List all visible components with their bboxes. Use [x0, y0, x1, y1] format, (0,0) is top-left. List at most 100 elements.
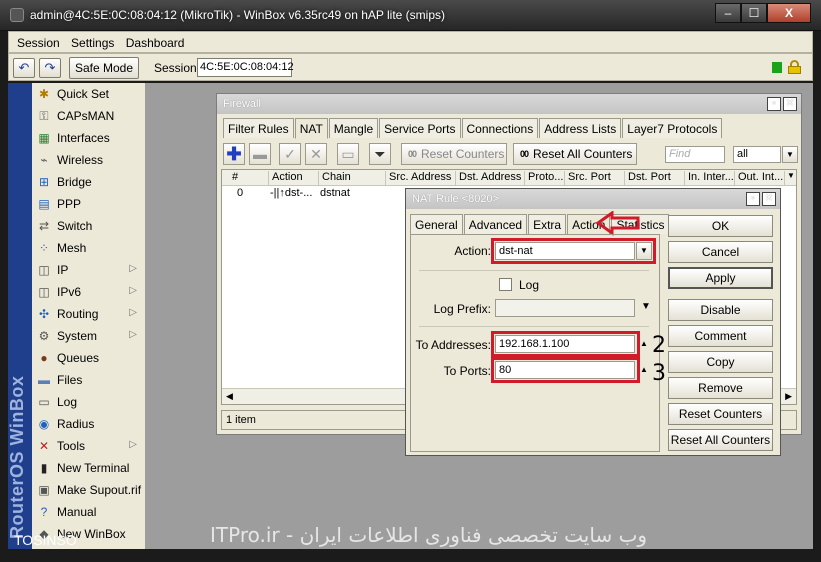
scroll-right-icon[interactable]: ▶ [785, 391, 792, 402]
log-prefix-select[interactable] [495, 299, 635, 317]
col-number[interactable]: # [222, 171, 268, 186]
submenu-arrow-icon: ▷ [129, 439, 137, 450]
to-ports-label: To Ports: [443, 364, 491, 378]
columns-menu-icon[interactable]: ▼ [784, 171, 796, 186]
comment-icon[interactable]: ▭ [337, 143, 359, 165]
col-out-interface[interactable]: Out. Int... [734, 171, 784, 186]
minimize-button[interactable]: – [715, 3, 741, 23]
safe-mode-button[interactable]: Safe Mode [69, 57, 139, 79]
tab-address-lists[interactable]: Address Lists [539, 118, 622, 138]
action-label: Action: [454, 244, 491, 258]
tab-general[interactable]: General [410, 214, 463, 234]
restore-icon[interactable]: ▫ [746, 192, 760, 206]
submenu-arrow-icon: ▷ [129, 307, 137, 318]
log-icon: ▭ [38, 395, 50, 409]
enable-icon[interactable]: ✓ [279, 143, 301, 165]
add-icon[interactable]: ✚ [223, 143, 245, 165]
log-checkbox[interactable] [499, 278, 512, 291]
expand-up-icon[interactable]: ▲ [640, 339, 648, 348]
reset-counters-button[interactable]: Reset Counters [668, 403, 773, 425]
sidebar: RouterOS WinBox ✱ Quick Set ⚿ CAPsMAN ▦ Inter… [8, 83, 145, 549]
tab-service-ports[interactable]: Service Ports [379, 118, 461, 138]
brand-text: RouterOS WinBox [8, 375, 27, 539]
reset-all-counters-button[interactable]: Reset All Counters [668, 429, 773, 451]
find-input[interactable]: Find [665, 146, 725, 163]
sidebar-item-system[interactable]: ⚙ System ▷ [32, 325, 145, 347]
reset-counters-button[interactable]: 00 Reset Counters [401, 143, 507, 165]
cancel-button[interactable]: Cancel [668, 241, 773, 263]
expand-up-icon[interactable]: ▲ [640, 365, 648, 374]
sidebar-item-wireless[interactable]: ⌁ Wireless [32, 149, 145, 171]
col-in-interface[interactable]: In. Inter... [684, 171, 734, 186]
capsman-icon: ⚿ [39, 108, 49, 123]
col-dst-port[interactable]: Dst. Port [624, 171, 684, 186]
apply-button[interactable]: Apply [668, 267, 773, 289]
sidebar-item-mesh[interactable]: ⁘ Mesh [32, 237, 145, 259]
filter-select[interactable]: all [733, 146, 781, 163]
menu-settings[interactable]: Settings [71, 36, 114, 50]
nat-rule-title-bar: NAT Rule <8020> ▫ ✕ [406, 189, 780, 209]
sidebar-item-new-terminal[interactable]: ▮ New Terminal [32, 457, 145, 479]
close-icon[interactable]: ✕ [783, 97, 797, 111]
col-src-port[interactable]: Src. Port [564, 171, 624, 186]
col-protocol[interactable]: Proto... [524, 171, 564, 186]
disable-button[interactable]: Disable [668, 299, 773, 321]
filter-dropdown-icon[interactable]: ▼ [782, 146, 798, 163]
sidebar-item-quick-set[interactable]: ✱ Quick Set [32, 83, 145, 105]
row-number: 0 [237, 187, 244, 199]
remove-icon[interactable]: ▬ [249, 143, 271, 165]
redo-icon[interactable]: ↷ [39, 58, 61, 78]
sidebar-item-bridge[interactable]: ⊞ Bridge [32, 171, 145, 193]
col-dst-address[interactable]: Dst. Address [455, 171, 524, 186]
tab-connections[interactable]: Connections [461, 118, 539, 138]
tools-icon: ✕ [38, 439, 50, 453]
sidebar-item-make-supout-rif[interactable]: ▣ Make Supout.rif [32, 479, 145, 501]
log-prefix-dropdown-icon[interactable]: ▼ [641, 301, 651, 312]
restore-icon[interactable]: ▫ [767, 97, 781, 111]
sidebar-item-files[interactable]: ▬ Files [32, 369, 145, 391]
undo-icon[interactable]: ↶ [13, 58, 35, 78]
sidebar-item-radius[interactable]: ◉ Radius [32, 413, 145, 435]
close-icon[interactable]: ✕ [762, 192, 776, 206]
sidebar-item-routing[interactable]: ✣ Routing ▷ [32, 303, 145, 325]
col-action[interactable]: Action [268, 171, 318, 186]
sidebar-item-label: Bridge [57, 175, 92, 189]
sidebar-item-label: PPP [57, 197, 82, 211]
sidebar-item-queues[interactable]: ● Queues [32, 347, 145, 369]
comment-button[interactable]: Comment [668, 325, 773, 347]
remove-button[interactable]: Remove [668, 377, 773, 399]
row-chain: dstnat [320, 187, 350, 199]
filter-icon[interactable]: ⏷ [369, 143, 391, 165]
close-button[interactable]: X [767, 3, 811, 23]
sidebar-item-interfaces[interactable]: ▦ Interfaces [32, 127, 145, 149]
session-field[interactable]: 4C:5E:0C:08:04:12 [197, 58, 294, 77]
sidebar-item-ip[interactable]: ◫ IP ▷ [32, 259, 145, 281]
tab-layer7-protocols[interactable]: Layer7 Protocols [622, 118, 723, 138]
sidebar-item-ppp[interactable]: ▤ PPP [32, 193, 145, 215]
disable-icon[interactable]: ✕ [305, 143, 327, 165]
sidebar-item-capsman[interactable]: ⚿ CAPsMAN [32, 105, 145, 127]
copy-button[interactable]: Copy [668, 351, 773, 373]
tab-extra[interactable]: Extra [528, 214, 567, 234]
scroll-left-icon[interactable]: ◀ [226, 391, 233, 402]
sidebar-item-label: New Terminal [57, 461, 130, 475]
menu-session[interactable]: Session [17, 36, 60, 50]
sidebar-item-switch[interactable]: ⇄ Switch [32, 215, 145, 237]
ok-button[interactable]: OK [668, 215, 773, 237]
tab-filter-rules[interactable]: Filter Rules [223, 118, 294, 138]
sidebar-item-ipv6[interactable]: ◫ IPv6 ▷ [32, 281, 145, 303]
col-chain[interactable]: Chain [318, 171, 385, 186]
reset-all-counters-button[interactable]: 00 Reset All Counters [513, 143, 637, 165]
col-src-address[interactable]: Src. Address [385, 171, 455, 186]
maximize-button[interactable]: ☐ [741, 3, 767, 23]
session-label: Session: [154, 61, 201, 75]
tab-mangle[interactable]: Mangle [328, 118, 379, 138]
sidebar-item-label: Files [57, 373, 83, 387]
row-action: -||↑dst-... [270, 187, 313, 199]
tab-advanced[interactable]: Advanced [463, 214, 528, 234]
sidebar-item-manual[interactable]: ? Manual [32, 501, 145, 523]
sidebar-item-log[interactable]: ▭ Log [32, 391, 145, 413]
sidebar-item-tools[interactable]: ✕ Tools ▷ [32, 435, 145, 457]
tab-nat[interactable]: NAT [294, 118, 328, 139]
menu-dashboard[interactable]: Dashboard [126, 36, 185, 50]
